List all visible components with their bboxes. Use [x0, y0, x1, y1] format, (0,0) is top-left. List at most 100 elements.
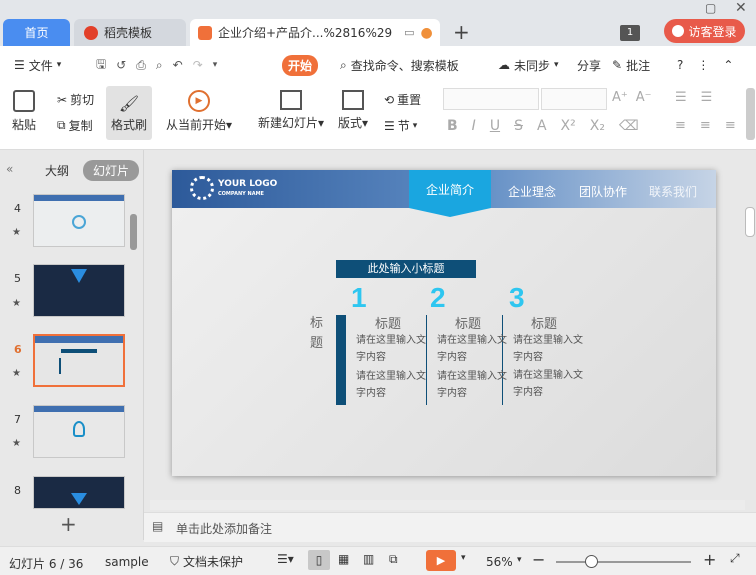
font-size-select[interactable]	[541, 88, 607, 110]
font-color-icon[interactable]: A	[537, 118, 547, 134]
save-icon[interactable]: 🖫	[96, 55, 106, 76]
slide-thumbnail-5[interactable]	[33, 264, 125, 317]
file-menu[interactable]: ☰ 文件 ▾	[14, 46, 61, 84]
shrink-font-icon[interactable]: A⁻	[636, 90, 652, 105]
monitor-icon[interactable]: ▭	[404, 26, 414, 39]
comment-button[interactable]: ✎ 批注	[612, 46, 650, 84]
layout-button[interactable]: 版式▾	[338, 90, 368, 131]
align-center-icon[interactable]: ≡	[700, 118, 711, 133]
eraser-icon[interactable]: ⌫	[619, 118, 639, 134]
new-slide-button[interactable]: 新建幻灯片▾	[258, 90, 324, 131]
protect-status[interactable]: ⛉ 文档未保护	[170, 553, 243, 570]
share-button[interactable]: 分享	[577, 46, 601, 84]
play-circle-icon: ▶	[188, 90, 211, 112]
sync-status[interactable]: ☁ 未同步 ▾	[498, 46, 559, 84]
zoom-slider-handle[interactable]	[585, 555, 598, 568]
collapse-ribbon-icon[interactable]: ⌃	[723, 58, 733, 72]
fit-window-icon[interactable]: ⤢	[730, 551, 740, 566]
new-tab-button[interactable]: +	[453, 20, 470, 44]
underline-icon[interactable]: U	[490, 118, 500, 134]
column-text[interactable]: 请在这里输入文字内容	[356, 368, 426, 402]
nav-item[interactable]: 企业理念	[508, 183, 556, 200]
tab-template[interactable]: 稻壳模板	[74, 19, 186, 46]
column-text[interactable]: 请在这里输入文字内容	[513, 332, 583, 366]
start-tab[interactable]: 开始	[282, 46, 319, 84]
more-dropdown-icon[interactable]: ▾	[213, 60, 218, 70]
ribbon-scrollbar[interactable]	[746, 88, 755, 140]
bullet-list-icon[interactable]: ☰	[675, 90, 687, 105]
normal-view-icon[interactable]: ▯	[308, 550, 330, 570]
column-text[interactable]: 请在这里输入文字内容	[437, 368, 507, 402]
tab-document[interactable]: 企业介绍+产品介...%2816%29 ▭ ●	[190, 19, 440, 46]
slide-thumbnail-8[interactable]	[33, 476, 125, 509]
zoom-slider-track[interactable]	[556, 561, 691, 563]
help-icon[interactable]: ?	[677, 58, 683, 72]
format-painter-button[interactable]: 🖌 格式刷	[106, 86, 152, 140]
restore-window-icon[interactable]: ▢	[705, 1, 716, 15]
print-icon[interactable]: ⎙	[136, 58, 146, 73]
undo-history-icon[interactable]: ↺	[116, 58, 126, 72]
play-options-icon[interactable]: ▾	[461, 553, 466, 563]
view-menu-icon[interactable]: ☰▾	[277, 552, 294, 566]
nav-item-active[interactable]: 企业简介	[409, 170, 491, 208]
zoom-out-icon[interactable]: −	[532, 550, 545, 569]
slide-thumbnail-6[interactable]	[33, 334, 125, 387]
column-title[interactable]: 标题	[506, 313, 582, 332]
more-icon[interactable]: ⋮	[697, 58, 709, 72]
slide-panel: « 大纲 幻灯片 4 ★ 5 ★ 6 ★ 7 ★ 8 +	[0, 150, 144, 540]
slide-canvas[interactable]: YOUR LOGO COMPANY NAME 企业简介 企业理念 团队协作 联系…	[172, 170, 716, 476]
canvas-vscroll-thumb[interactable]	[745, 207, 755, 237]
column-title[interactable]: 标题	[350, 313, 426, 332]
section-button[interactable]: ☰ 节 ▾	[384, 117, 417, 134]
slide-thumbnail-7[interactable]	[33, 405, 125, 458]
cut-button[interactable]: ✂ 剪切	[57, 91, 94, 108]
play-from-current-button[interactable]: ▶ 从当前开始▾	[166, 90, 232, 133]
numbered-list-icon[interactable]: ☰	[701, 90, 713, 105]
avatar-icon	[672, 25, 685, 37]
column-text[interactable]: 请在这里输入文字内容	[437, 332, 507, 366]
canvas-hscroll[interactable]	[150, 500, 745, 510]
panel-scrollbar[interactable]	[130, 214, 137, 250]
print-preview-icon[interactable]: ⌕	[156, 58, 163, 73]
zoom-in-icon[interactable]: +	[703, 550, 716, 569]
slide-thumbnail-4[interactable]	[33, 194, 125, 247]
font-name-select[interactable]	[443, 88, 539, 110]
subscript-icon[interactable]: X₂	[590, 118, 605, 134]
add-slide-button[interactable]: +	[60, 512, 77, 536]
bold-icon[interactable]: B	[447, 118, 458, 134]
reading-view-icon[interactable]: ▥	[363, 552, 374, 566]
side-title[interactable]: 标题	[310, 314, 326, 354]
theme-name[interactable]: sample	[105, 555, 149, 569]
search-command[interactable]: ⌕ 查找命令、搜索模板	[340, 46, 459, 84]
column-text[interactable]: 请在这里输入文字内容	[356, 332, 426, 366]
grid-view-icon[interactable]: ▦	[338, 552, 349, 566]
nav-item[interactable]: 团队协作	[579, 183, 627, 200]
outline-tab[interactable]: 大纲	[45, 162, 69, 179]
italic-icon[interactable]: I	[472, 118, 476, 134]
align-left-icon[interactable]: ≡	[675, 118, 686, 133]
slides-tab[interactable]: 幻灯片	[83, 160, 140, 181]
paste-button[interactable]: 粘贴	[12, 90, 36, 133]
copy-button[interactable]: ⧉ 复制	[57, 117, 93, 134]
tab-home[interactable]: 首页	[3, 19, 70, 46]
undo-icon[interactable]: ↶	[173, 58, 183, 72]
collapse-panel-icon[interactable]: «	[6, 162, 13, 176]
reset-button[interactable]: ⟲ 重置	[384, 91, 421, 108]
redo-icon[interactable]: ↷	[193, 58, 203, 72]
star-icon: ★	[12, 227, 21, 238]
zoom-level[interactable]: 56%	[486, 555, 513, 569]
subtitle-box[interactable]: 此处输入小标题	[336, 260, 476, 278]
close-window-icon[interactable]: ✕	[735, 0, 747, 16]
column-title[interactable]: 标题	[430, 313, 506, 332]
zoom-options-icon[interactable]: ▾	[517, 555, 522, 565]
superscript-icon[interactable]: X²	[561, 118, 576, 134]
grow-font-icon[interactable]: A⁺	[612, 90, 628, 105]
notes-pane[interactable]: ▤ 单击此处添加备注	[144, 512, 756, 542]
visitor-login-button[interactable]: 访客登录	[664, 19, 745, 43]
nav-item[interactable]: 联系我们	[649, 183, 697, 200]
strikethrough-icon[interactable]: S	[514, 118, 523, 134]
align-right-icon[interactable]: ≡	[725, 118, 736, 133]
play-slideshow-button[interactable]: ▶	[426, 550, 456, 571]
column-text[interactable]: 请在这里输入文字内容	[513, 367, 583, 401]
presenter-view-icon[interactable]: ⧉	[389, 552, 398, 567]
